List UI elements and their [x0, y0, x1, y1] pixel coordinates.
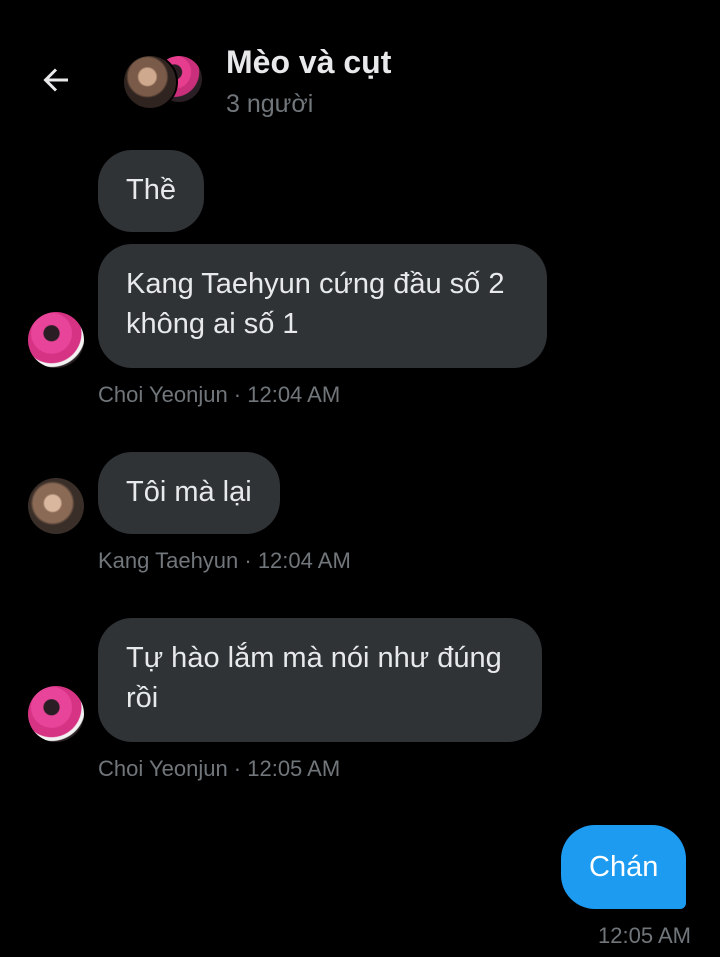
arrow-left-icon [43, 68, 68, 92]
participant-count[interactable]: 3 người [226, 90, 313, 119]
message-meta: Kang Taehyun · 12:04 AM [98, 548, 351, 573]
message-meta: Choi Yeonjun · 12:05 AM [98, 756, 341, 781]
group-avatar[interactable] [122, 54, 204, 110]
message-meta: 12:05 AM [598, 923, 691, 948]
message-meta: Choi Yeonjun · 12:04 AM [98, 382, 341, 407]
message-bubble[interactable]: Tôi mà lại [98, 452, 280, 534]
sender-avatar[interactable] [28, 478, 84, 534]
member-avatar-1 [122, 54, 178, 110]
message-bubble[interactable]: Thề [98, 150, 204, 232]
message-bubble[interactable]: Kang Taehyun cứng đầu số 2 không ai số 1 [98, 244, 547, 368]
sender-avatar[interactable] [28, 312, 84, 368]
sender-avatar[interactable] [28, 686, 84, 742]
message-bubble-outgoing[interactable]: Chán [561, 825, 687, 909]
back-button[interactable] [36, 60, 76, 100]
conversation-header: Mèo và cụt 3 người [0, 0, 720, 130]
conversation-title[interactable]: Mèo và cụt [226, 44, 391, 81]
message-bubble[interactable]: Tự hào lắm mà nói như đúng rồi [98, 618, 542, 742]
